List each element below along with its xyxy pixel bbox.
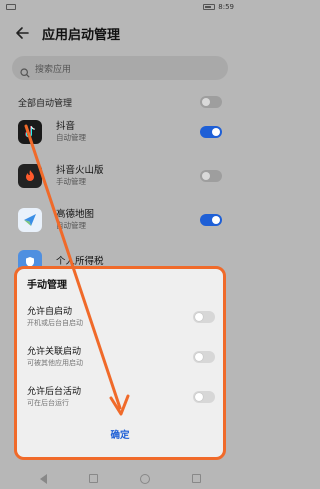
dialog-title: 手动管理 [27,280,67,291]
nav-recent-icon[interactable] [88,474,98,483]
manual-manage-dialog: 手动管理 允许自启动 开机或后台自启动 允许关联启动 可被其他应用启动 允许后台… [14,266,226,460]
page-title: 应用启动管理 [42,27,121,43]
app-row-huoshan[interactable]: 抖音火山版 手动管理 [18,158,222,194]
option-desc: 可在后台运行 [27,399,69,407]
amap-icon [18,208,42,232]
nav-home-icon[interactable] [139,473,150,484]
option-name: 允许关联启动 [27,347,82,357]
app-mode: 自动管理 [56,221,86,230]
background-activity-toggle[interactable] [193,391,215,403]
all-auto-manage-row: 全部自动管理 [18,92,222,112]
app-toggle-douyin[interactable] [200,126,222,138]
header: 应用启动管理 [0,18,240,48]
app-name: 抖音火山版 [56,165,104,176]
back-arrow-icon[interactable] [14,25,30,41]
app-mode: 手动管理 [56,177,86,186]
navigation-bar [0,468,240,489]
all-auto-manage-label: 全部自动管理 [18,98,73,109]
app-name: 抖音 [56,121,76,132]
app-row-amap[interactable]: 高德地图 自动管理 [18,202,222,238]
battery-icon [203,4,216,10]
option-name: 允许后台活动 [27,387,82,397]
app-text: 抖音火山版 手动管理 [56,165,104,187]
huoshan-icon [18,164,42,188]
status-time: 8:59 [218,3,234,11]
option-text: 允许自启动 开机或后台自启动 [27,306,83,328]
option-auto-start[interactable]: 允许自启动 开机或后台自启动 [27,301,215,333]
option-text: 允许后台活动 可在后台运行 [27,386,81,408]
nav-back-icon[interactable] [39,473,47,484]
option-name: 允许自启动 [27,307,73,317]
status-bar: 8:59 [0,0,240,14]
all-auto-manage-toggle[interactable] [200,96,222,108]
search-icon [20,63,30,78]
status-right: 8:59 [203,3,234,11]
app-text: 抖音 自动管理 [56,121,86,143]
signal-icon [6,4,16,10]
auto-start-toggle[interactable] [193,311,215,323]
app-text: 高德地图 自动管理 [56,209,94,231]
nav-overview-icon[interactable] [191,474,201,483]
app-toggle-amap[interactable] [200,214,222,226]
search-input[interactable]: 搜索应用 [12,56,228,80]
app-mode: 自动管理 [56,133,86,142]
confirm-button[interactable]: 确定 [17,427,223,441]
linked-start-toggle[interactable] [193,351,215,363]
option-linked-start[interactable]: 允许关联启动 可被其他应用启动 [27,341,215,373]
option-background-activity[interactable]: 允许后台活动 可在后台运行 [27,381,215,413]
search-placeholder: 搜索应用 [35,64,72,75]
option-desc: 开机或后台自启动 [27,319,83,327]
app-row-douyin[interactable]: 抖音 自动管理 [18,114,222,150]
douyin-icon [18,120,42,144]
option-text: 允许关联启动 可被其他应用启动 [27,346,83,368]
app-name: 高德地图 [56,209,95,220]
option-desc: 可被其他应用启动 [27,359,83,367]
status-left [6,4,16,10]
app-toggle-huoshan[interactable] [200,170,222,182]
